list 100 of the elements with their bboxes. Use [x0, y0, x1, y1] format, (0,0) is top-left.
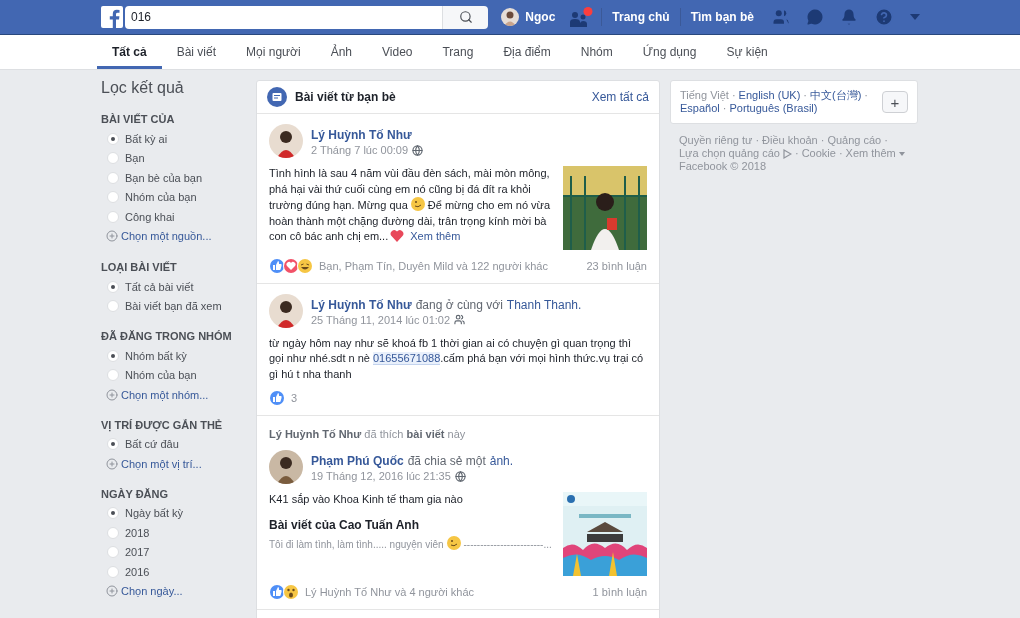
radio-button[interactable] — [107, 526, 119, 539]
like-icon[interactable] — [269, 258, 285, 275]
radio-button[interactable] — [107, 300, 119, 313]
profile-link[interactable]: Ngoc — [495, 8, 562, 26]
posts-icon — [267, 87, 287, 107]
filter-heading: BÀI VIẾT CỦA — [101, 112, 176, 126]
separator: · — [794, 147, 799, 160]
language-link[interactable]: Português (Brasil) — [729, 102, 818, 114]
plus-icon — [106, 230, 118, 243]
phone-link[interactable]: 01655671088 — [373, 352, 441, 365]
filters-title: Lọc kết quả — [101, 78, 185, 98]
filter-option[interactable]: Nhóm bất kỳ — [101, 346, 256, 366]
radio-button[interactable] — [107, 191, 119, 204]
logo-icon[interactable] — [101, 6, 123, 28]
ad-choices-icon — [782, 148, 792, 159]
filter-option[interactable]: Bất kỳ ai — [101, 129, 256, 149]
choose-link[interactable]: Chọn một nhóm... — [101, 385, 256, 405]
search-tab[interactable]: Ứng dụng — [627, 35, 712, 69]
like-icon[interactable] — [269, 390, 285, 407]
surprised-face-icon[interactable] — [283, 584, 299, 601]
author-link[interactable]: Phạm Phú Quốc — [311, 454, 404, 468]
filter-option[interactable]: Bạn — [101, 148, 256, 168]
caret-icon — [898, 151, 905, 156]
help-icon[interactable] — [874, 7, 894, 27]
filter-option[interactable]: Bài viết bạn đã xem — [101, 296, 256, 316]
radio-button[interactable] — [107, 210, 119, 223]
search-tab[interactable]: Mọi người — [231, 35, 316, 69]
radio-button[interactable] — [107, 507, 119, 520]
friends-icon — [454, 314, 466, 325]
people-icon[interactable] — [569, 7, 594, 27]
filter-option[interactable]: Tất cả bài viết — [101, 277, 256, 297]
filter-option[interactable]: 2016 — [101, 562, 256, 582]
radio-button[interactable] — [107, 171, 119, 184]
filter-option[interactable]: 2017 — [101, 542, 256, 562]
filter-option[interactable]: Nhóm của bạn — [101, 365, 256, 385]
target-link[interactable]: ảnh. — [489, 454, 514, 468]
search-button[interactable] — [442, 5, 488, 29]
filter-option[interactable]: Bạn bè của bạn — [101, 168, 256, 188]
search-tab[interactable]: Ảnh — [315, 35, 367, 69]
choose-link[interactable]: Chọn một vị trí... — [101, 454, 256, 474]
filter-heading: NGÀY ĐĂNG — [101, 486, 170, 501]
search-field[interactable]: 016 — [125, 5, 442, 29]
separator: · — [820, 134, 825, 147]
post-text: từ ngày hôm nay như sẽ khoá fb 1 thời gian ai có chuyện gì quan trọng thì gọi như nhé.sdt n nè 01655671088.cấm phá bạn với mọi hình thức.vụ trại có gì hú t nha thanh — [269, 335, 645, 382]
author-link[interactable]: Lý Huỳnh Tố Như — [311, 128, 412, 142]
choose-link[interactable]: Chọn ngày... — [101, 581, 256, 601]
search-tab[interactable]: Sự kiện — [711, 35, 783, 69]
filter-option[interactable]: Công khai — [101, 207, 256, 227]
separator: · — [755, 134, 760, 147]
separator: · — [803, 89, 807, 101]
language-link[interactable]: English (UK) — [738, 89, 801, 101]
filter-option[interactable]: Bất cứ đâu — [101, 434, 256, 454]
radio-button[interactable] — [107, 369, 119, 382]
target-link[interactable]: Thanh Thanh. — [506, 297, 582, 312]
plus-icon — [106, 457, 118, 470]
filter-option[interactable]: Nhóm của bạn — [101, 187, 256, 207]
radio-button[interactable] — [107, 546, 119, 559]
language-link[interactable]: Español — [680, 102, 720, 114]
post-text: K41 sắp vào Khoa Kinh tế tham gia nào — [269, 492, 464, 507]
radio-button[interactable] — [107, 565, 119, 578]
search-tab[interactable]: Trang — [427, 35, 489, 69]
globe-icon — [412, 144, 424, 156]
separator: · — [722, 102, 727, 114]
separator: · — [864, 89, 868, 101]
see-all-link[interactable]: Xem tất cả — [591, 88, 649, 106]
search-tab[interactable]: Bài viết — [161, 35, 232, 69]
filter-heading: VỊ TRÍ ĐƯỢC GẮN THẺ — [101, 417, 224, 432]
action-text: đã chia sẻ một — [407, 454, 486, 468]
nav-link[interactable]: Tìm bạn bè — [679, 8, 764, 26]
radio-button[interactable] — [107, 280, 119, 293]
shared-post-excerpt: Tôi đi làm tình, làm tình..... nguyện viên ------------------------... — [269, 535, 557, 552]
radio-button[interactable] — [107, 349, 119, 362]
smiley-icon — [446, 535, 461, 550]
globe-icon — [454, 470, 466, 482]
search-tab[interactable]: Video — [367, 35, 428, 69]
messenger-icon[interactable] — [806, 8, 824, 26]
plus-icon — [106, 585, 118, 598]
section-title: Bài viết từ bạn bè — [295, 89, 396, 106]
action-text: đang ở cùng với — [415, 297, 503, 312]
radio-button[interactable] — [107, 132, 119, 145]
search-tab[interactable]: Tất cả — [97, 35, 162, 69]
choose-link[interactable]: Chọn một nguồn... — [101, 226, 256, 246]
author-link[interactable]: Lý Huỳnh Tố Như — [311, 297, 412, 312]
nav-link[interactable]: Trang chủ — [601, 8, 680, 26]
radio-button[interactable] — [107, 152, 119, 165]
heart-icon — [390, 229, 405, 242]
filter-option[interactable]: 2018 — [101, 523, 256, 543]
radio-button[interactable] — [107, 438, 119, 451]
search-tab[interactable]: Nhóm — [565, 35, 628, 69]
separator: · — [731, 89, 736, 101]
language-link[interactable]: 中文(台灣) — [810, 89, 862, 101]
caret-icon[interactable] — [910, 14, 920, 20]
see-more-link[interactable]: Xem thêm — [410, 230, 461, 242]
search-tab[interactable]: Địa điểm — [488, 35, 566, 69]
heart-icon[interactable] — [283, 258, 299, 275]
add-language-button[interactable]: + — [882, 91, 908, 113]
separator: · — [884, 134, 888, 147]
filter-option[interactable]: Ngày bất kỳ — [101, 503, 256, 523]
activity-note: Lý Huỳnh Tố Như đã thích bài viết này — [269, 427, 466, 440]
friends-icon[interactable] — [772, 8, 790, 26]
